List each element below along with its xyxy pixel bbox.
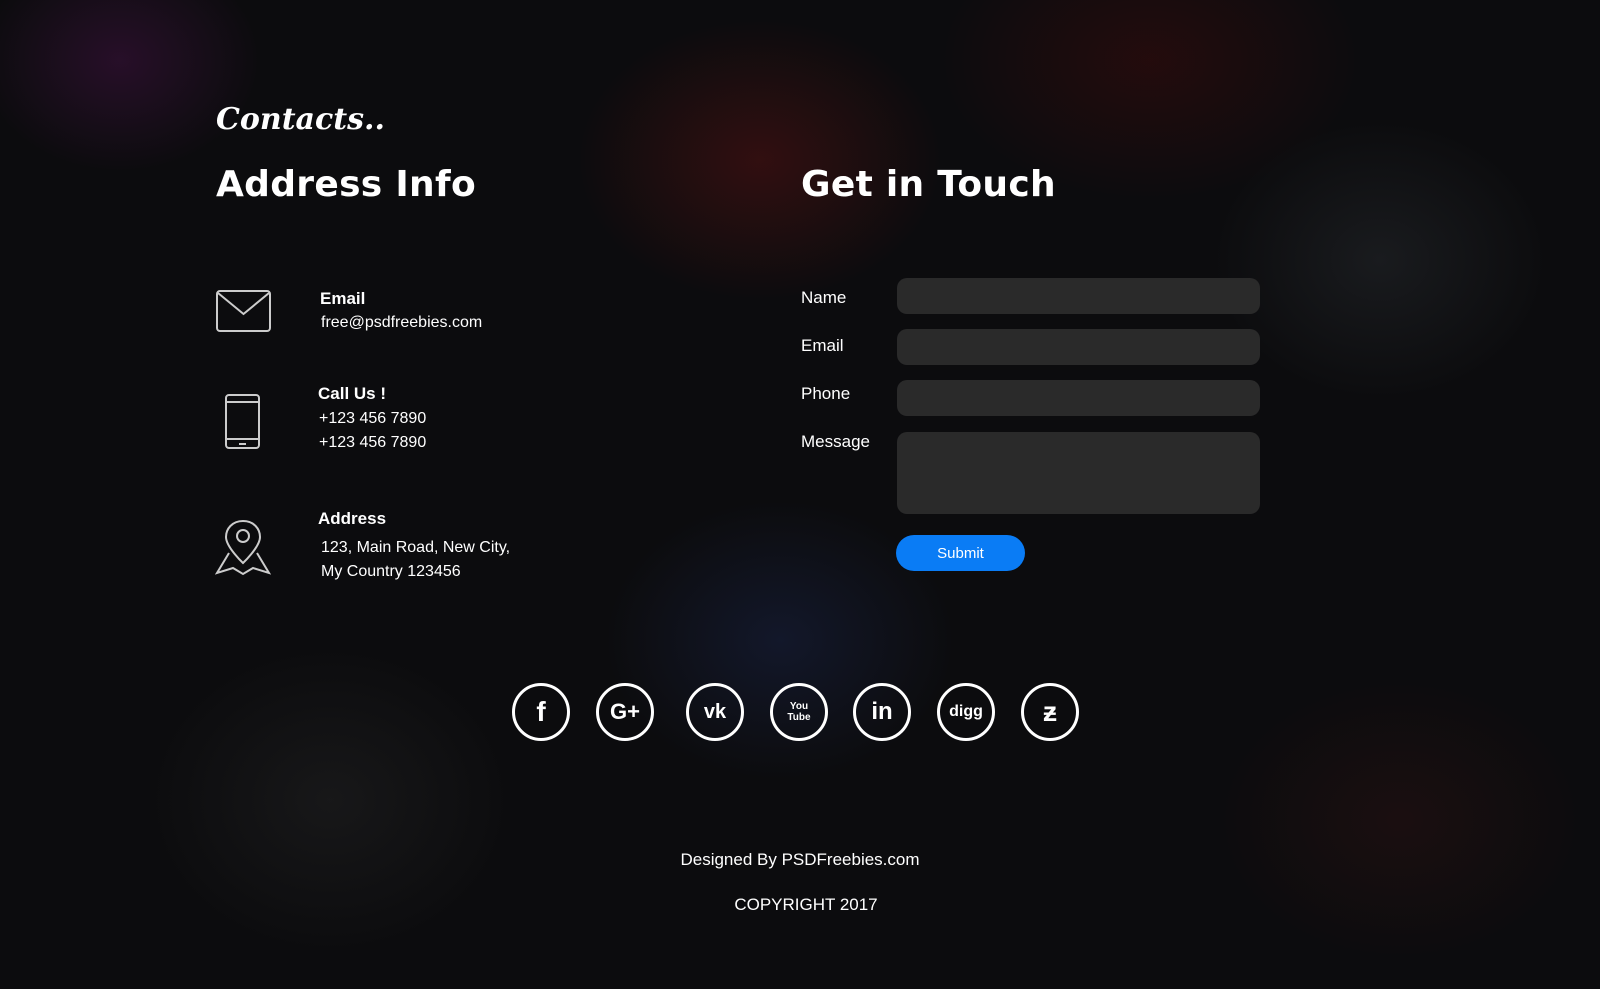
call-us-label: Call Us ! xyxy=(318,384,387,403)
envelope-icon xyxy=(216,290,271,332)
deviantart-glyph: ƶ xyxy=(1043,696,1057,727)
designed-by-text: Designed By PSDFreebies.com xyxy=(680,850,920,869)
background-image xyxy=(0,0,1600,989)
copyright-text: COPYRIGHT 2017 xyxy=(734,895,878,914)
message-textarea[interactable] xyxy=(897,432,1260,514)
name-label: Name xyxy=(801,288,847,307)
facebook-glyph: f xyxy=(536,696,546,727)
address-info-heading: Address Info xyxy=(216,164,476,205)
address-line-1: 123, Main Road, New City, xyxy=(321,539,511,556)
vk-glyph: vk xyxy=(703,700,727,723)
digg-glyph: digg xyxy=(949,703,983,720)
phone-input[interactable] xyxy=(897,380,1260,416)
name-input[interactable] xyxy=(897,278,1260,314)
address-label: Address xyxy=(318,509,387,528)
google-plus-icon[interactable]: G+ xyxy=(596,683,654,741)
message-label: Message xyxy=(801,432,870,451)
deviantart-icon[interactable]: ƶ xyxy=(1021,683,1079,741)
email-field-label: Email xyxy=(801,336,844,355)
phone-number-1[interactable]: +123 456 7890 xyxy=(319,407,426,431)
email-label: Email xyxy=(320,289,366,308)
phone-number-2[interactable]: +123 456 7890 xyxy=(319,431,426,455)
linkedin-glyph: in xyxy=(871,698,893,725)
youtube-icon[interactable]: You Tube xyxy=(770,683,828,741)
get-in-touch-heading: Get in Touch xyxy=(801,164,1056,205)
email-input[interactable] xyxy=(897,329,1260,365)
section-title: Contacts.. xyxy=(216,102,385,137)
youtube-glyph: You Tube xyxy=(787,701,811,723)
digg-icon[interactable]: digg xyxy=(937,683,995,741)
map-pin-icon xyxy=(215,519,271,576)
address-line-2: My Country 123456 xyxy=(321,563,461,580)
submit-button[interactable]: Submit xyxy=(896,535,1025,571)
linkedin-icon[interactable]: in xyxy=(853,683,911,741)
phone-label: Phone xyxy=(801,384,851,403)
google-plus-glyph: G+ xyxy=(610,699,640,724)
mobile-phone-icon xyxy=(225,394,260,449)
vk-icon[interactable]: vk xyxy=(686,683,744,741)
facebook-icon[interactable]: f xyxy=(512,683,570,741)
email-value[interactable]: free@psdfreebies.com xyxy=(321,311,482,335)
